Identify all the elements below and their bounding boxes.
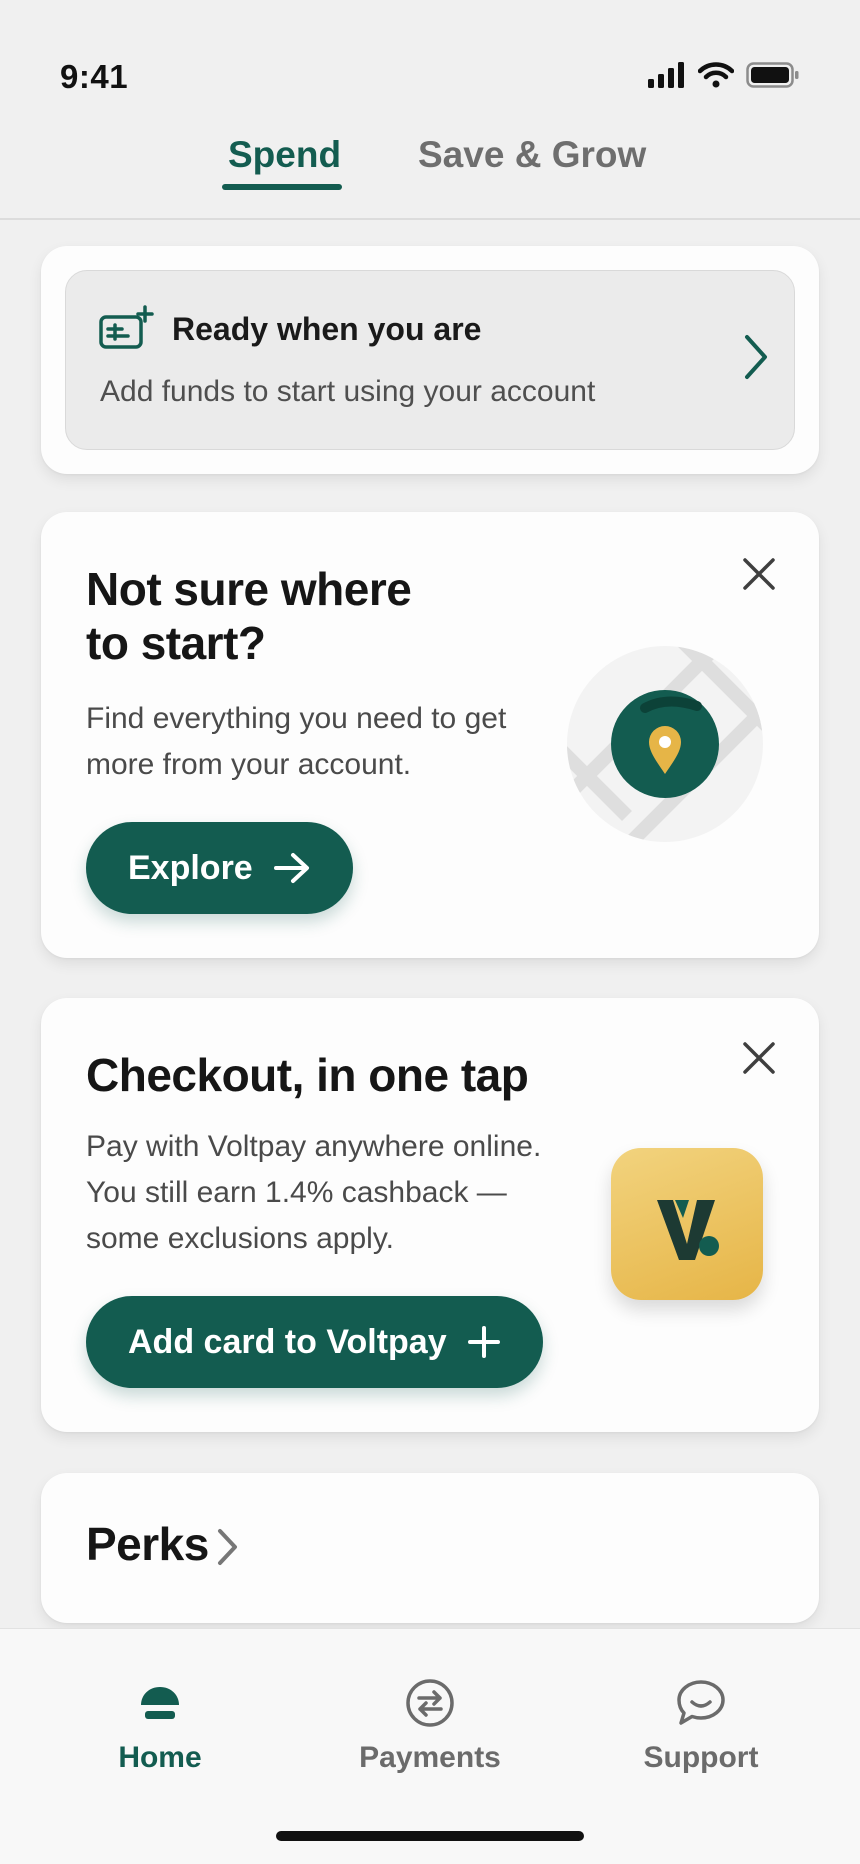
battery-icon (746, 62, 799, 88)
add-funds-title: Ready when you are (172, 311, 482, 347)
chevron-right-icon (218, 1529, 237, 1565)
nav-support[interactable]: Support (601, 1677, 801, 1775)
bottom-navigation: Home Payments Support (0, 1628, 860, 1864)
explore-body-line1: Find everything you need to get (86, 702, 507, 735)
voltpay-card-title: Checkout, in one tap (86, 1049, 529, 1101)
nav-home[interactable]: Home (60, 1677, 260, 1775)
perks-card[interactable]: Perks (41, 1473, 819, 1623)
home-icon (141, 1687, 179, 1719)
status-time: 9:41 (60, 58, 129, 95)
explore-card: Not sure where to start? Find everything… (41, 512, 819, 958)
add-card-button-label: Add card to Voltpay (128, 1322, 447, 1361)
chat-icon (677, 1680, 725, 1725)
nav-payments[interactable]: Payments (330, 1677, 530, 1775)
voltpay-card: Checkout, in one tap Pay with Voltpay an… (41, 998, 819, 1432)
add-card-to-voltpay-button[interactable]: Add card to Voltpay (86, 1296, 543, 1388)
tab-spend[interactable]: Spend (228, 134, 341, 176)
status-bar: 9:41 (0, 0, 860, 120)
nav-home-label: Home (118, 1741, 202, 1774)
explore-button[interactable]: Explore (86, 822, 353, 914)
wifi-icon (698, 62, 734, 88)
explore-card-body: Find everything you need to get more fro… (86, 696, 506, 788)
map-pin-illustration (567, 646, 763, 842)
close-icon[interactable] (739, 554, 779, 594)
voltpay-body-line3: some exclusions apply. (86, 1222, 394, 1255)
explore-button-label: Explore (128, 848, 253, 887)
app-screen: 9:41 Spend Save & Grow Ready when you ar… (0, 0, 860, 1864)
voltpay-v-mark-icon (657, 1200, 719, 1260)
add-funds-banner[interactable]: Ready when you are Add funds to start us… (65, 270, 795, 450)
add-funds-subtitle: Add funds to start using your account (100, 375, 596, 408)
perks-title: Perks (86, 1518, 209, 1570)
wallet-add-icon (99, 305, 154, 349)
voltpay-body-line2: You still earn 1.4% cashback — (86, 1176, 507, 1209)
chevron-right-icon (745, 335, 767, 379)
nav-payments-label: Payments (359, 1741, 501, 1774)
home-indicator (276, 1831, 584, 1841)
explore-title-line2: to start? (86, 617, 266, 669)
add-funds-card: Ready when you are Add funds to start us… (41, 246, 819, 474)
top-tabs: Spend Save & Grow (0, 120, 860, 220)
plus-icon (467, 1326, 500, 1358)
active-tab-indicator (222, 184, 342, 190)
explore-card-title: Not sure where to start? (86, 562, 412, 670)
status-icons (648, 62, 800, 88)
voltpay-body-line1: Pay with Voltpay anywhere online. (86, 1130, 542, 1163)
tab-save-and-grow[interactable]: Save & Grow (418, 134, 646, 176)
arrow-right-icon (273, 853, 309, 883)
voltpay-logo (611, 1148, 763, 1300)
nav-support-label: Support (643, 1741, 759, 1774)
voltpay-card-body: Pay with Voltpay anywhere online. You st… (86, 1124, 541, 1262)
transfer-icon (406, 1679, 454, 1727)
explore-title-line1: Not sure where (86, 563, 412, 615)
explore-body-line2: more from your account. (86, 748, 412, 781)
close-icon[interactable] (739, 1038, 779, 1078)
signal-icon (648, 62, 684, 88)
